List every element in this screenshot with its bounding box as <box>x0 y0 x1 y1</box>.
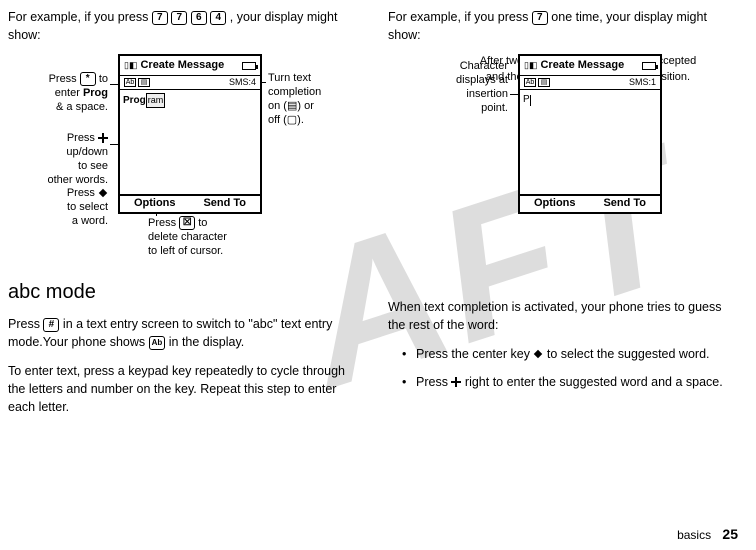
ann-star: Press * to enter Prog & a space. <box>8 72 108 114</box>
right-phone-diagram: Character displays at insertion point. ▯… <box>388 54 738 284</box>
center-key-icon <box>98 188 108 198</box>
bullet-list: Press the center key to select the sugge… <box>388 345 738 391</box>
hash-key-icon: # <box>43 318 59 332</box>
bullet-2: Press right to enter the suggested word … <box>402 373 738 391</box>
abc-para2: To enter text, press a keypad key repeat… <box>8 362 358 416</box>
ann-delete: Press ☒ to delete character to left of c… <box>148 216 268 258</box>
mode-indicator-comp-r: ▤ <box>538 78 550 87</box>
left-intro: For example, if you press 7 7 6 4 , your… <box>8 8 358 44</box>
battery-icon-r <box>642 62 656 70</box>
phone-mockup-left: ▯◧ Create Message Ab ▤ SMS:4 Program <box>118 54 262 214</box>
softkey-options-r: Options <box>534 196 576 212</box>
phone-body: Program <box>120 90 260 194</box>
ann-completion: Turn text completion on (▤) or off (▢). <box>268 72 358 127</box>
ann-char-insert: Character displays at insertion point. <box>418 60 508 115</box>
dpad-icon-b2 <box>451 377 461 387</box>
dpad-icon <box>98 133 108 143</box>
left-phone-diagram: Press * to enter Prog & a space. Press u… <box>8 54 358 264</box>
center-key-icon-b1 <box>533 349 543 359</box>
softkey-sendto: Send To <box>203 196 246 212</box>
completion-off-icon: ▢ <box>287 114 297 126</box>
typed-char: P <box>523 93 530 108</box>
keycap-7b: 7 <box>171 11 187 25</box>
sms-count: SMS:4 <box>229 76 256 89</box>
keycap-7a: 7 <box>152 11 168 25</box>
delete-key-icon: ☒ <box>179 216 195 230</box>
phone-body-r: P <box>520 90 660 194</box>
mode-indicator-comp: ▤ <box>138 78 150 87</box>
completion-on-icon: ▤ <box>287 100 297 112</box>
keycap-4: 4 <box>210 11 226 25</box>
bullet-1: Press the center key to select the sugge… <box>402 345 738 363</box>
cursor-icon <box>530 95 531 106</box>
signal-icon-r: ▯◧ <box>524 59 537 72</box>
typed-text: Prog <box>123 94 146 109</box>
mode-indicator-ab: Ab <box>124 78 136 87</box>
suggested-text: ram <box>146 93 166 108</box>
right-intro: For example, if you press 7 one time, yo… <box>388 8 738 44</box>
right-column: For example, if you press 7 one time, yo… <box>388 8 738 550</box>
abc-para1: Press # in a text entry screen to switch… <box>8 315 358 351</box>
star-key-icon: * <box>80 72 96 86</box>
keycap-6: 6 <box>191 11 207 25</box>
signal-icon: ▯◧ <box>124 59 137 72</box>
ann-nav: Press up/down to see other words. Press … <box>8 132 108 228</box>
intro-text: For example, if you press <box>8 10 152 24</box>
softkey-sendto-r: Send To <box>603 196 646 212</box>
phone-title-r: Create Message <box>540 58 639 74</box>
left-column: For example, if you press 7 7 6 4 , your… <box>8 8 358 550</box>
phone-mockup-right: ▯◧ Create Message Ab ▤ SMS:1 P <box>518 54 662 214</box>
softkey-options: Options <box>134 196 176 212</box>
phone-title: Create Message <box>140 58 239 74</box>
abc-mode-heading: abc mode <box>8 278 358 307</box>
mode-indicator-ab-r: Ab <box>524 78 536 87</box>
ab-indicator-icon: Ab <box>149 336 166 350</box>
right-para1: When text completion is activated, your … <box>388 298 738 334</box>
battery-icon <box>242 62 256 70</box>
sms-count-r: SMS:1 <box>629 76 656 89</box>
keycap-7r: 7 <box>532 11 548 25</box>
